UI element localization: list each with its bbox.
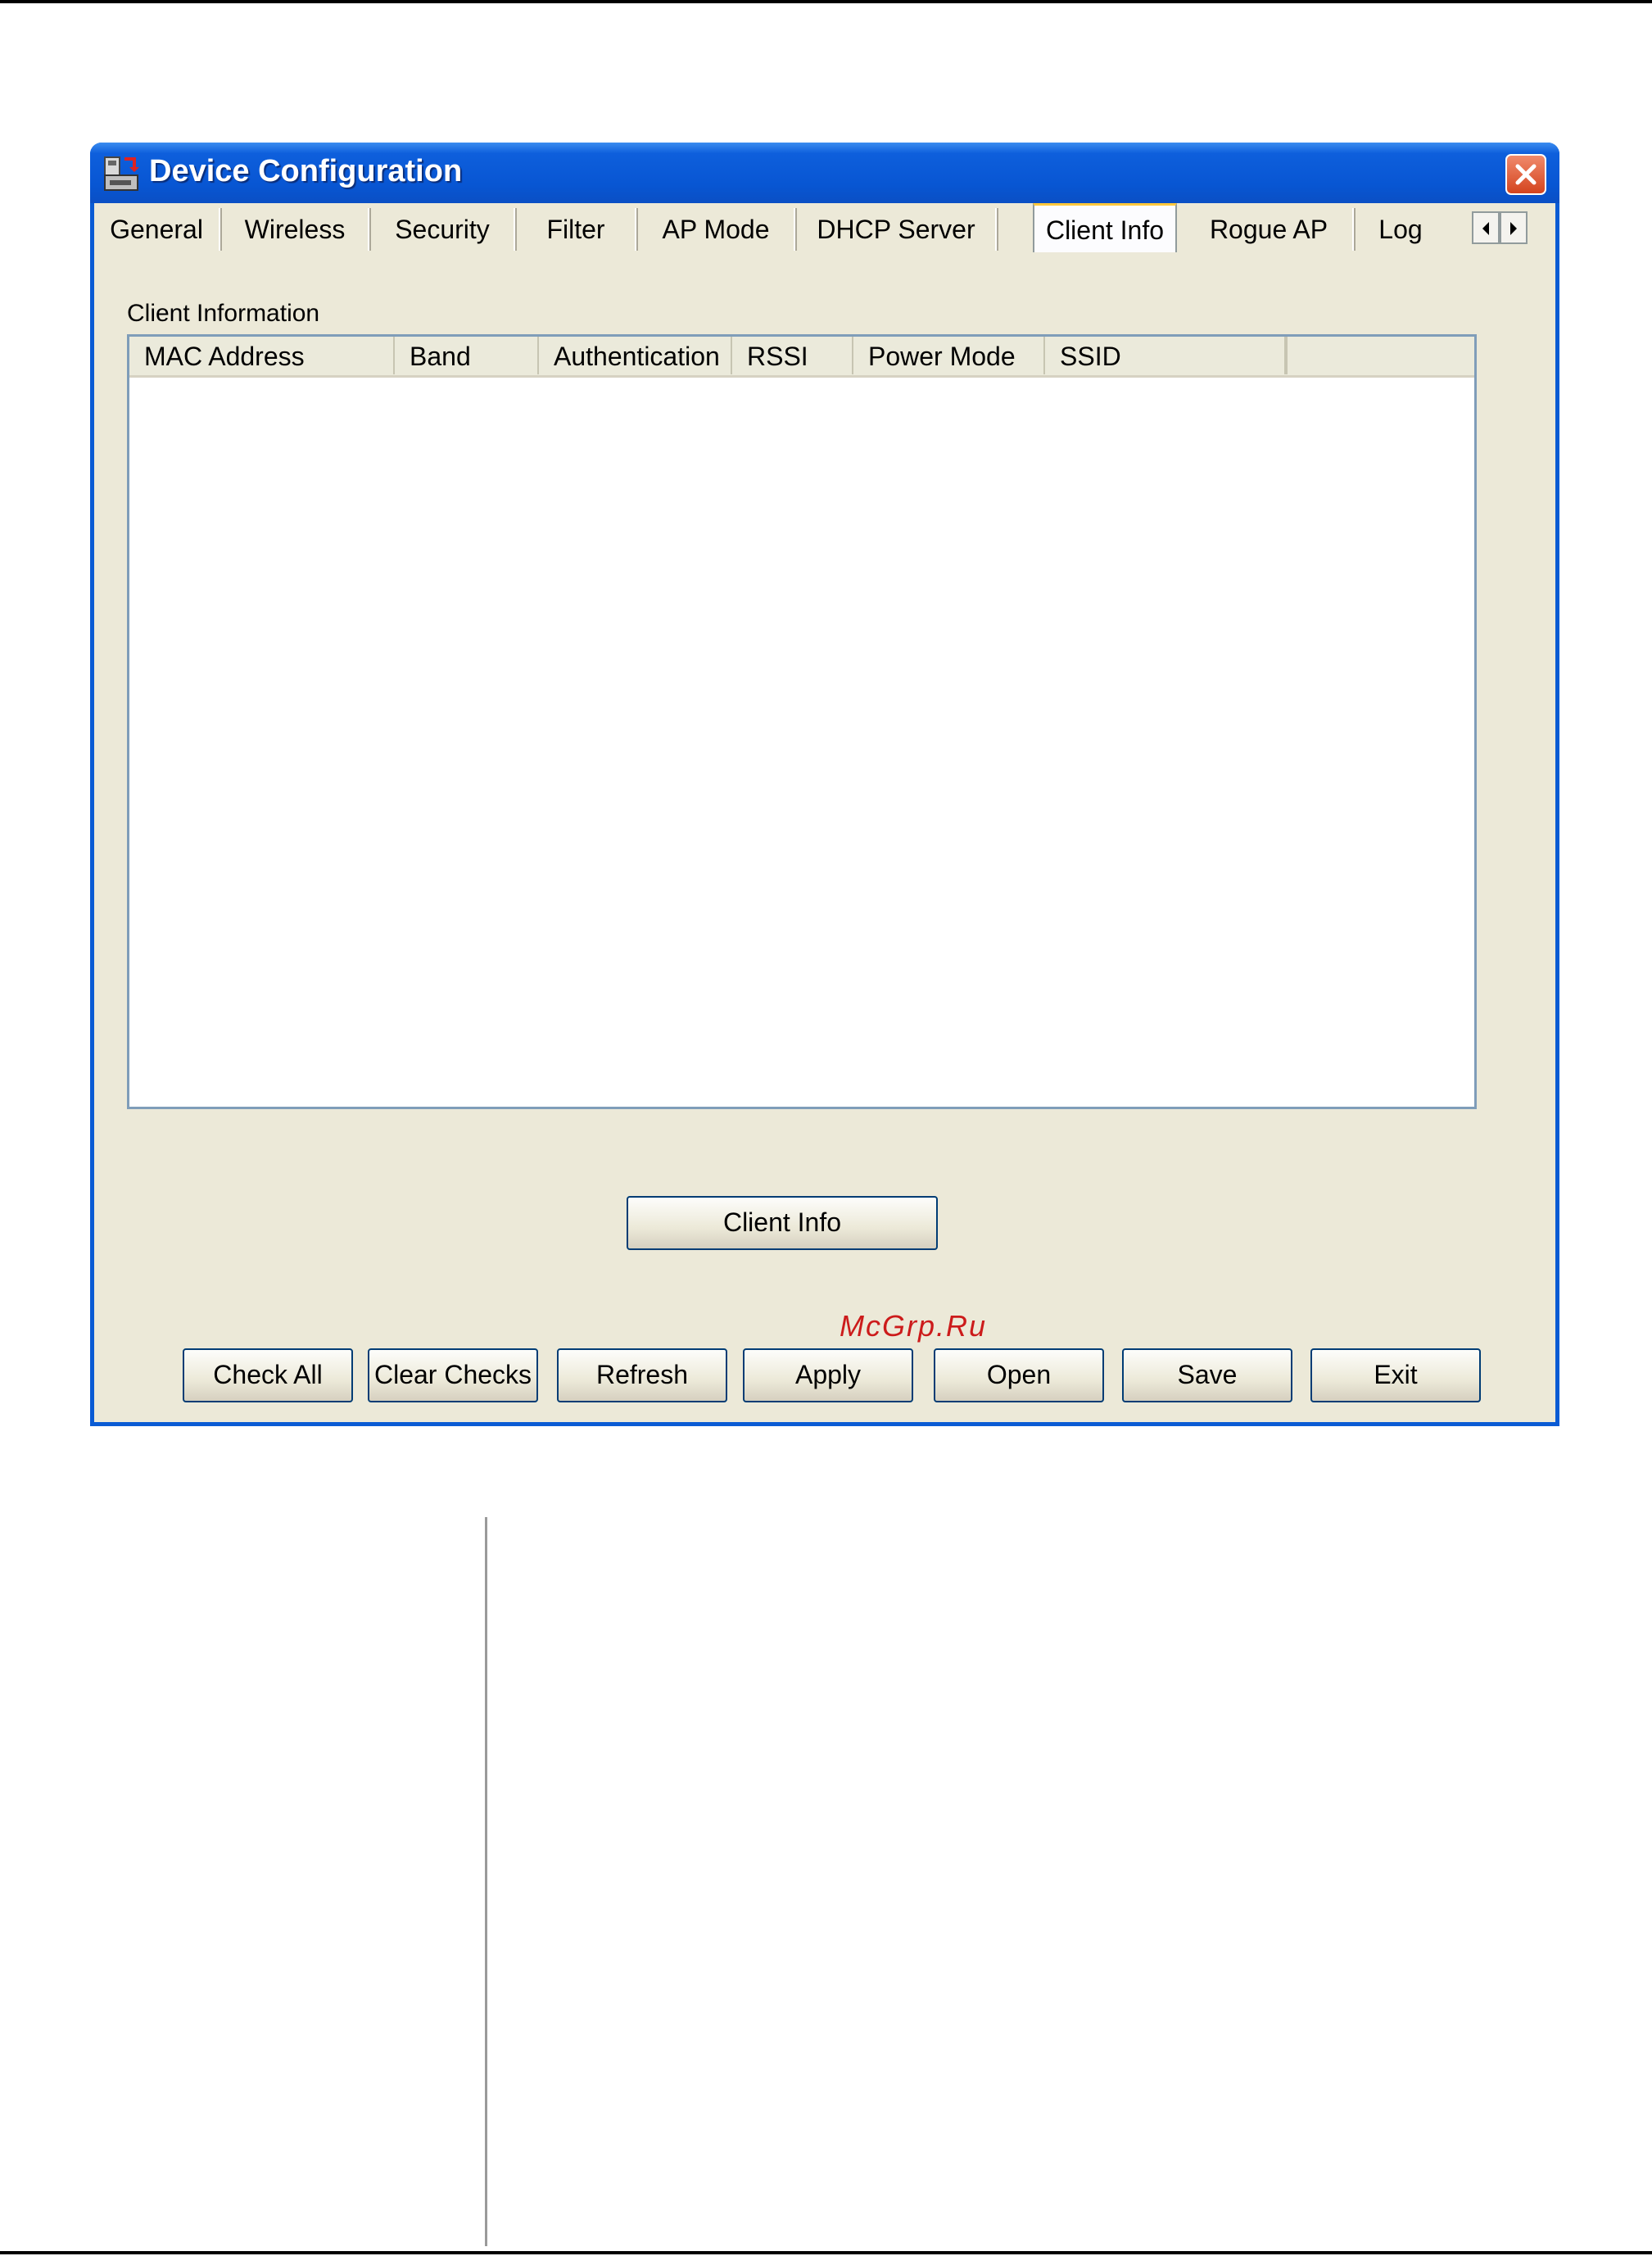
refresh-button[interactable]: Refresh: [557, 1348, 727, 1402]
tab-general[interactable]: General: [94, 208, 220, 251]
tab-filter[interactable]: Filter: [517, 208, 636, 251]
page-top-rule: [0, 0, 1652, 3]
window-title: Device Configuration: [149, 154, 463, 188]
tab-log[interactable]: Log: [1356, 208, 1446, 251]
exit-button[interactable]: Exit: [1310, 1348, 1481, 1402]
client-list-header: MAC Address Band Authentication RSSI Pow…: [129, 337, 1474, 378]
save-button[interactable]: Save: [1122, 1348, 1292, 1402]
arrow-right-icon: [1510, 222, 1517, 235]
open-button[interactable]: Open: [934, 1348, 1104, 1402]
close-button[interactable]: [1505, 154, 1546, 195]
tab-ap-mode[interactable]: AP Mode: [638, 208, 795, 251]
tab-security[interactable]: Security: [371, 208, 515, 251]
check-all-button[interactable]: Check All: [183, 1348, 353, 1402]
close-icon: [1515, 164, 1537, 185]
title-bar[interactable]: Device Configuration: [90, 143, 1559, 203]
tab-strip: General Wireless Security Filter AP Mode…: [94, 203, 1555, 252]
tab-dhcp-server[interactable]: DHCP Server: [797, 208, 997, 251]
tab-scroll-left-button[interactable]: [1472, 211, 1500, 244]
client-info-button[interactable]: Client Info: [627, 1196, 938, 1250]
column-power-mode[interactable]: Power Mode: [853, 337, 1045, 374]
arrow-left-icon: [1482, 222, 1489, 235]
tab-rogue-ap[interactable]: Rogue AP: [1185, 208, 1354, 251]
client-list[interactable]: MAC Address Band Authentication RSSI Pow…: [127, 334, 1477, 1109]
column-band[interactable]: Band: [395, 337, 539, 374]
device-config-icon: [102, 156, 141, 192]
client-information-label: Client Information: [127, 300, 320, 327]
tab-scroll-right-button[interactable]: [1500, 211, 1528, 244]
dialog-client-area: General Wireless Security Filter AP Mode…: [94, 203, 1555, 1422]
tab-client-info[interactable]: Client Info: [1033, 203, 1177, 252]
page-bottom-rule: [0, 2251, 1652, 2254]
column-authentication[interactable]: Authentication: [539, 337, 732, 374]
device-configuration-window: Device Configuration General Wireless Se…: [90, 143, 1559, 1426]
column-empty[interactable]: [1286, 337, 1474, 374]
page-divider-line: [485, 1517, 487, 2246]
apply-button[interactable]: Apply: [743, 1348, 913, 1402]
column-ssid[interactable]: SSID: [1045, 337, 1286, 374]
column-mac-address[interactable]: MAC Address: [129, 337, 395, 374]
watermark-text: McGrp.Ru: [840, 1309, 988, 1343]
clear-checks-button[interactable]: Clear Checks: [368, 1348, 538, 1402]
tab-wireless[interactable]: Wireless: [222, 208, 369, 251]
column-rssi[interactable]: RSSI: [732, 337, 853, 374]
